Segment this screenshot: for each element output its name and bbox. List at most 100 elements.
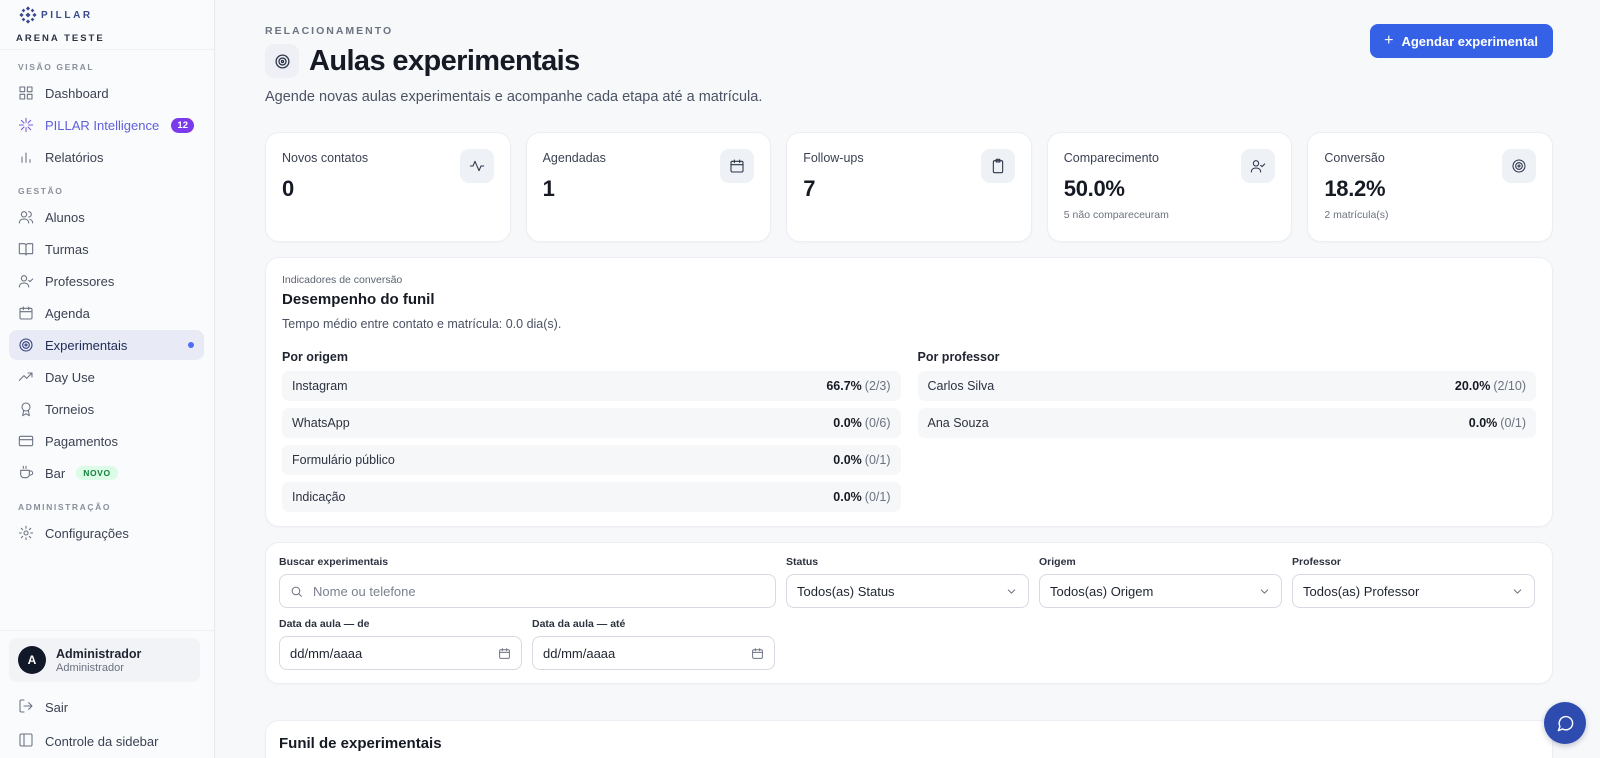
- logo[interactable]: PILLAR: [19, 6, 198, 24]
- select-value: Todos(as) Professor: [1303, 583, 1420, 599]
- column-title: Por origem: [282, 350, 348, 364]
- sidebar-item-professores[interactable]: Professores: [9, 266, 204, 296]
- list-item: Formulário público 0.0% (0/1): [282, 445, 901, 475]
- row-frac: (0/1): [864, 490, 891, 504]
- sidebar-item-label: Pagamentos: [45, 433, 118, 449]
- logout-button[interactable]: Sair: [0, 690, 214, 724]
- target-icon: [265, 44, 299, 78]
- row-frac: (0/6): [864, 416, 891, 430]
- date-from-input[interactable]: dd/mm/aaaa: [279, 636, 522, 670]
- stat-card-attendance: Comparecimento 50.0% 5 não compareceuram: [1046, 132, 1293, 242]
- page-eyebrow: RELACIONAMENTO: [265, 25, 394, 37]
- sidebar-item-turmas[interactable]: Turmas: [9, 234, 204, 264]
- new-badge: NOVO: [76, 466, 118, 480]
- row-name: Formulário público: [292, 453, 395, 467]
- main-content: RELACIONAMENTO Aulas experimentais Agend…: [215, 0, 1600, 758]
- page-subtitle: Agende novas aulas experimentais e acomp…: [265, 89, 763, 105]
- section-label-overview: VISÃO GERAL: [18, 62, 95, 72]
- trending-up-icon: [18, 369, 34, 385]
- schedule-trial-button[interactable]: + Agendar experimental: [1370, 24, 1553, 58]
- date-to-field: Data da aula — até dd/mm/aaaa: [532, 618, 775, 670]
- sidebar-item-label: Torneios: [45, 401, 95, 417]
- row-name: Ana Souza: [927, 416, 989, 430]
- sidebar-item-relatorios[interactable]: Relatórios: [9, 142, 204, 172]
- logo-text: PILLAR: [41, 9, 93, 21]
- sidebar-item-experimentais[interactable]: Experimentais: [9, 330, 204, 360]
- sidebar-item-dashboard[interactable]: Dashboard: [9, 78, 204, 108]
- search-field: Buscar experimentais Nome ou telefone: [279, 556, 776, 608]
- gear-icon: [18, 525, 34, 541]
- sidebar-item-torneios[interactable]: Torneios: [9, 394, 204, 424]
- funnel-columns: Por origem Instagram 66.7% (2/3) WhatsApp 0…: [282, 350, 1536, 519]
- status-field: Status Todos(as) Status: [786, 556, 1029, 608]
- schedule-trial-label: Agendar experimental: [1401, 33, 1538, 49]
- active-indicator-dot: [188, 342, 194, 348]
- page-title-row: Aulas experimentais: [265, 43, 1553, 79]
- avatar: A: [18, 646, 46, 674]
- column-title: Por professor: [917, 350, 1000, 364]
- sidebar-item-label: Professores: [45, 273, 115, 289]
- logout-label: Sair: [45, 699, 69, 715]
- row-name: Carlos Silva: [927, 379, 995, 393]
- sidebar-control-label: Controle da sidebar: [45, 733, 159, 749]
- sidebar-footer: A Administrador Administrador Sair Contr…: [0, 630, 214, 758]
- target-icon: [1501, 149, 1536, 183]
- sidebar-item-label: Day Use: [45, 369, 95, 385]
- stat-card-new-contacts: Novos contatos 0: [265, 132, 511, 242]
- by-teacher-column: Por professor Carlos Silva 20.0% (2/10) An…: [917, 350, 1536, 519]
- sidebar-item-label: Dashboard: [45, 85, 109, 101]
- list-item: Carlos Silva 20.0% (2/10): [917, 371, 1536, 401]
- org-name: ARENA TESTE: [16, 33, 105, 44]
- sidebar-item-label: PILLAR Intelligence: [45, 117, 160, 133]
- stats-row: Novos contatos 0 Agendadas 1 Follow-ups …: [265, 132, 1553, 242]
- sidebar-item-day-use[interactable]: Day Use: [9, 362, 204, 392]
- origin-select[interactable]: Todos(as) Origem: [1039, 574, 1282, 608]
- user-card[interactable]: A Administrador Administrador: [9, 638, 200, 682]
- chat-button[interactable]: [1544, 702, 1586, 744]
- list-item: Ana Souza 0.0% (0/1): [917, 408, 1536, 438]
- row-pct: 0.0%: [1468, 416, 1498, 430]
- filters-panel: Buscar experimentais Nome ou telefone St…: [265, 542, 1553, 684]
- date-to-input[interactable]: dd/mm/aaaa: [532, 636, 775, 670]
- stat-card-scheduled: Agendadas 1: [525, 132, 772, 242]
- sidebar-item-pagamentos[interactable]: Pagamentos: [9, 426, 204, 456]
- date-row: Data da aula — de dd/mm/aaaa Data da aul…: [279, 618, 1539, 670]
- field-label: Data da aula — até: [532, 618, 626, 630]
- sidebar-item-agenda[interactable]: Agenda: [9, 298, 204, 328]
- field-label: Buscar experimentais: [279, 556, 389, 568]
- award-icon: [18, 401, 34, 417]
- calendar-icon[interactable]: [751, 647, 764, 660]
- sidebar-item-pillar-intelligence[interactable]: PILLAR Intelligence 12: [9, 110, 204, 140]
- panel-description: Tempo médio entre contato e matrícula: 0…: [282, 317, 562, 331]
- teacher-select[interactable]: Todos(as) Professor: [1292, 574, 1535, 608]
- stat-note: 2 matrícula(s): [1324, 209, 1389, 221]
- search-input[interactable]: Nome ou telefone: [279, 574, 776, 608]
- teacher-field: Professor Todos(as) Professor: [1292, 556, 1535, 608]
- row-frac: (0/1): [864, 453, 891, 467]
- app-root: PILLAR ARENA TESTE VISÃO GERAL Dashboard…: [0, 0, 1600, 758]
- sidebar-item-label: Configurações: [45, 525, 129, 541]
- calendar-icon[interactable]: [498, 647, 511, 660]
- user-name: Administrador: [56, 646, 142, 661]
- user-role: Administrador: [56, 661, 124, 674]
- sidebar-item-bar[interactable]: Bar NOVO: [9, 458, 204, 488]
- by-origin-column: Por origem Instagram 66.7% (2/3) WhatsApp 0…: [282, 350, 901, 519]
- list-item: Instagram 66.7% (2/3): [282, 371, 901, 401]
- section-label-management: GESTÃO: [18, 186, 64, 196]
- sidebar-item-label: Alunos: [45, 209, 85, 225]
- funnel-performance-panel: Indicadores de conversão Desempenho do f…: [265, 257, 1553, 527]
- users-icon: [18, 209, 34, 225]
- target-icon: [18, 337, 34, 353]
- search-placeholder: Nome ou telefone: [313, 583, 416, 599]
- status-select[interactable]: Todos(as) Status: [786, 574, 1029, 608]
- filter-row: Buscar experimentais Nome ou telefone St…: [279, 556, 1539, 608]
- plus-icon: +: [1384, 32, 1394, 49]
- coffee-icon: [18, 465, 34, 481]
- panel-title: Funil de experimentais: [279, 735, 442, 752]
- sidebar-control-button[interactable]: Controle da sidebar: [0, 724, 214, 758]
- sidebar-item-configuracoes[interactable]: Configurações: [9, 518, 204, 548]
- sidebar-item-alunos[interactable]: Alunos: [9, 202, 204, 232]
- row-name: Indicação: [292, 490, 346, 504]
- sparkle-icon: [18, 117, 34, 133]
- logout-icon: [18, 698, 34, 717]
